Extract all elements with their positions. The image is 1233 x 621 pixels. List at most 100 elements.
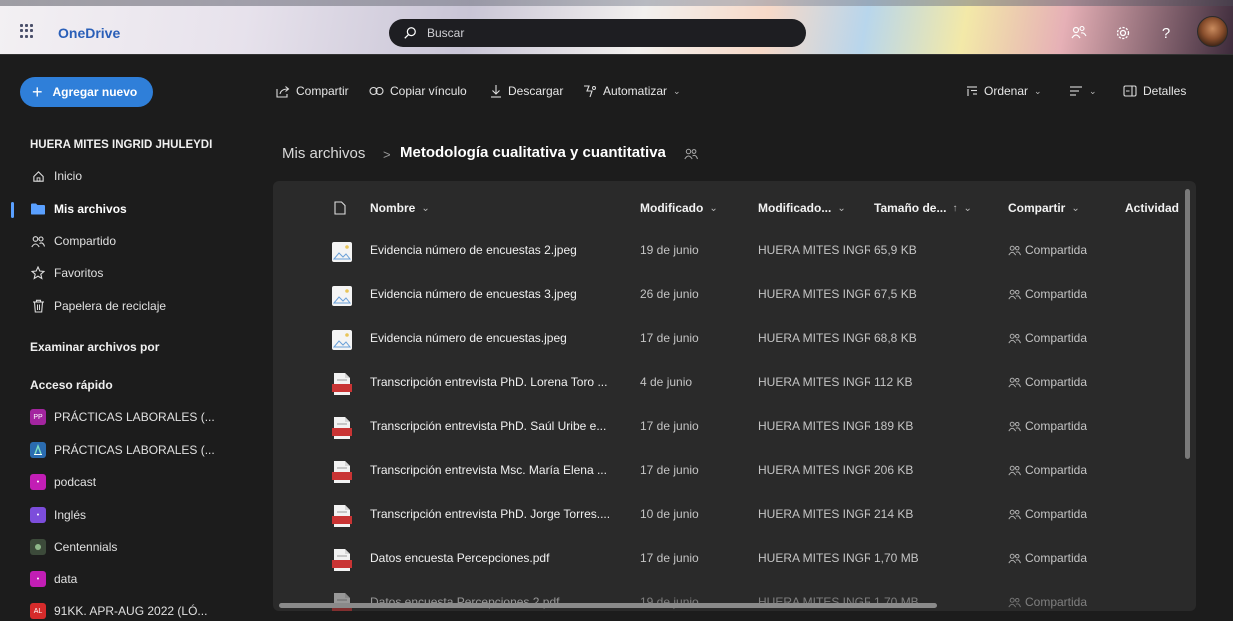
share-people-icon[interactable] [1068, 22, 1090, 44]
app-title[interactable]: OneDrive [58, 25, 120, 41]
file-size: 65,9 KB [874, 243, 917, 257]
file-name[interactable]: Datos encuesta Percepciones.pdf [370, 551, 620, 565]
sharing-status[interactable]: Compartida [1008, 551, 1087, 565]
sharing-status[interactable]: Compartida [1008, 243, 1087, 257]
modified-date: 17 de junio [640, 463, 699, 477]
automate-button[interactable]: Automatizar ⌄ [583, 80, 681, 102]
file-name[interactable]: Transcripción entrevista PhD. Jorge Torr… [370, 507, 620, 521]
view-options-button[interactable]: ⌄ [1069, 80, 1097, 102]
modified-date: 17 de junio [640, 331, 699, 345]
quick-access-item[interactable]: • Inglés [30, 506, 86, 524]
sharing-status[interactable]: Compartida [1008, 463, 1087, 477]
file-name[interactable]: Evidencia número de encuestas 2.jpeg [370, 243, 620, 257]
sidebar-item-my-files[interactable]: Mis archivos [30, 199, 127, 219]
column-header-modified[interactable]: Modificado ⌄ [640, 201, 718, 215]
sidebar-item-home[interactable]: Inicio [30, 166, 82, 186]
chevron-down-icon: ⌄ [837, 202, 846, 214]
sharing-status[interactable]: Compartida [1008, 331, 1087, 345]
column-header-sharing[interactable]: Compartir ⌄ [1008, 201, 1080, 215]
column-header-modified-by[interactable]: Modificado... ⌄ [758, 201, 846, 215]
column-header-name[interactable]: Nombre ⌄ [370, 201, 430, 215]
sidebar-item-shared[interactable]: Compartido [30, 231, 116, 251]
modified-by: HUERA MITES INGRID [758, 419, 870, 433]
modified-date: 26 de junio [640, 287, 699, 301]
quick-access-item[interactable]: • data [30, 570, 77, 588]
app-launcher-icon[interactable] [20, 24, 34, 38]
file-name[interactable]: Transcripción entrevista Msc. María Elen… [370, 463, 620, 477]
shared-people-icon [684, 148, 698, 163]
quick-access-item[interactable]: PRÁCTICAS LABORALES (... [30, 441, 215, 459]
pdf-file-icon [331, 372, 353, 399]
modified-date: 17 de junio [640, 551, 699, 565]
folder-icon [30, 203, 46, 215]
avatar[interactable] [1197, 16, 1228, 47]
file-name[interactable]: Evidencia número de encuestas 3.jpeg [370, 287, 620, 301]
pdf-file-icon [331, 504, 353, 531]
sharing-label: Compartida [1025, 287, 1088, 301]
copy-link-button[interactable]: Copiar vínculo [369, 80, 467, 102]
copy-link-label: Copiar vínculo [390, 84, 467, 98]
sharing-status[interactable]: Compartida [1008, 375, 1087, 389]
settings-gear-icon[interactable] [1112, 22, 1134, 44]
file-name[interactable]: Evidencia número de encuestas.jpeg [370, 331, 620, 345]
table-row[interactable]: Transcripción entrevista Msc. María Elen… [273, 449, 1196, 493]
sharing-label: Compartida [1025, 243, 1088, 257]
chevron-down-icon: ⌄ [1034, 85, 1042, 96]
table-row[interactable]: Evidencia número de encuestas 2.jpeg 19 d… [273, 229, 1196, 273]
quick-access-item[interactable]: • podcast [30, 473, 96, 491]
table-row[interactable]: Transcripción entrevista PhD. Saúl Uribe… [273, 405, 1196, 449]
download-icon [490, 84, 502, 98]
table-row[interactable]: Transcripción entrevista PhD. Jorge Torr… [273, 493, 1196, 537]
file-size: 67,5 KB [874, 287, 917, 301]
details-label: Detalles [1143, 84, 1187, 98]
chevron-down-icon: ⌄ [963, 202, 972, 214]
column-header-activity[interactable]: Actividad [1125, 201, 1179, 215]
share-button[interactable]: Compartir [276, 80, 349, 102]
search-input[interactable]: Buscar [427, 26, 464, 40]
sidebar-item-favorites[interactable]: Favoritos [30, 263, 103, 283]
sidebar-item-recycle-bin[interactable]: Papelera de reciclaje [30, 296, 166, 316]
sharing-status[interactable]: Compartida [1008, 595, 1087, 609]
pdf-file-icon [331, 548, 353, 575]
horizontal-scrollbar[interactable] [279, 603, 937, 608]
table-row[interactable]: Transcripción entrevista PhD. Lorena Tor… [273, 361, 1196, 405]
sort-button[interactable]: Ordenar ⌄ [966, 80, 1042, 102]
breadcrumb-root[interactable]: Mis archivos [282, 145, 365, 162]
column-header-size[interactable]: Tamaño de... ↑ ⌄ [874, 201, 972, 215]
quick-access-item[interactable]: AL 91KK. APR-AUG 2022 (LÓ... [30, 602, 207, 620]
file-size: 214 KB [874, 507, 914, 521]
download-button[interactable]: Descargar [490, 80, 563, 102]
sharing-status[interactable]: Compartida [1008, 287, 1087, 301]
quick-access-item[interactable]: PP PRÁCTICAS LABORALES (... [30, 408, 215, 426]
file-size: 189 KB [874, 419, 914, 433]
browse-files-heading[interactable]: Examinar archivos por [30, 340, 159, 354]
search-box[interactable]: Buscar [389, 19, 806, 47]
modified-by: HUERA MITES INGRID [758, 551, 870, 565]
sharing-status[interactable]: Compartida [1008, 419, 1087, 433]
quick-access-label: Inglés [54, 508, 87, 522]
vertical-scrollbar[interactable] [1185, 189, 1190, 459]
table-row[interactable]: Datos encuesta Percepciones.pdf 17 de jun… [273, 537, 1196, 581]
modified-date: 4 de junio [640, 375, 693, 389]
file-type-column-header[interactable] [334, 201, 346, 218]
table-row[interactable]: Evidencia número de encuestas 3.jpeg 26 d… [273, 273, 1196, 317]
site-logo-icon [30, 442, 46, 458]
sharing-label: Compartida [1025, 595, 1088, 609]
details-button[interactable]: Detalles [1123, 80, 1186, 102]
home-icon [30, 170, 46, 183]
file-type-icon [334, 201, 346, 218]
sharing-status[interactable]: Compartida [1008, 507, 1087, 521]
add-new-button[interactable]: + Agregar nuevo [20, 77, 153, 107]
table-row[interactable]: Evidencia número de encuestas.jpeg 17 de … [273, 317, 1196, 361]
modified-by: HUERA MITES INGRID [758, 375, 870, 389]
breadcrumb-separator: > [383, 147, 391, 162]
site-badge-icon: PP [30, 409, 46, 425]
help-icon[interactable]: ? [1155, 22, 1177, 44]
file-name[interactable]: Transcripción entrevista PhD. Saúl Uribe… [370, 419, 620, 433]
download-label: Descargar [508, 84, 564, 98]
file-name[interactable]: Transcripción entrevista PhD. Lorena Tor… [370, 375, 620, 389]
modified-by: HUERA MITES INGRID [758, 287, 870, 301]
file-size: 68,8 KB [874, 331, 917, 345]
people-icon [30, 235, 46, 248]
quick-access-item[interactable]: Centennials [30, 538, 117, 556]
